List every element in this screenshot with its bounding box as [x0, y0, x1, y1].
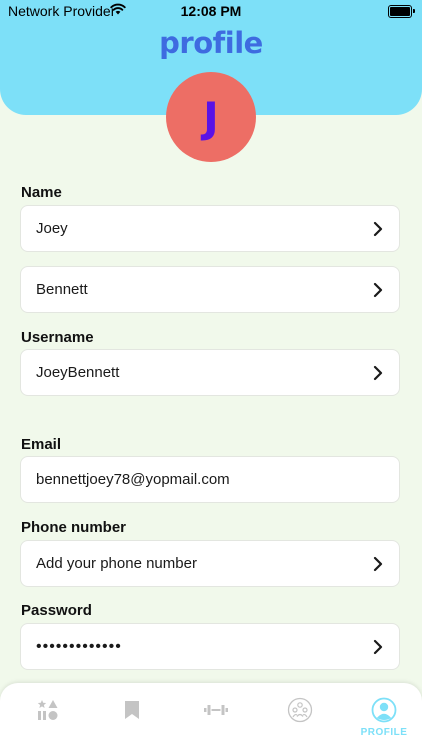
chevron-right-icon — [373, 639, 383, 655]
last-name-field[interactable]: Bennett — [20, 266, 400, 313]
password-label: Password — [21, 602, 92, 619]
battery-icon — [388, 5, 415, 18]
chevron-right-icon — [373, 221, 383, 237]
tab-profile[interactable]: PROFILE — [342, 683, 422, 743]
phone-field[interactable]: Add your phone number — [20, 540, 400, 587]
email-label: Email — [21, 436, 62, 453]
username-value: JoeyBennett — [36, 364, 120, 381]
password-field[interactable]: ••••••••••••• — [20, 623, 400, 670]
first-name-field[interactable]: Joey — [20, 205, 400, 252]
email-value: bennettjoey78@yopmail.com — [36, 471, 230, 488]
tab-bar: PROFILE — [0, 683, 422, 750]
first-name-value: Joey — [36, 220, 68, 237]
chevron-right-icon — [373, 365, 383, 381]
phone-label: Phone number — [21, 519, 127, 536]
tab-label-profile: PROFILE — [360, 727, 408, 738]
avatar[interactable]: J — [166, 72, 256, 162]
chevron-right-icon — [373, 556, 383, 572]
name-label: Name — [21, 184, 62, 201]
app-logo: profile — [159, 26, 263, 60]
password-value: ••••••••••••• — [36, 638, 122, 655]
bookmark-icon — [125, 701, 139, 719]
community-icon — [287, 697, 313, 723]
tab-community[interactable] — [258, 683, 342, 743]
email-field: bennettjoey78@yopmail.com — [20, 456, 400, 503]
profile-icon — [371, 697, 397, 723]
username-label: Username — [21, 329, 94, 346]
status-bar: Network Provider 12:08 PM — [0, 0, 422, 22]
tab-workouts[interactable] — [174, 683, 258, 743]
status-time: 12:08 PM — [180, 3, 242, 19]
tab-home[interactable] — [6, 683, 90, 743]
last-name-value: Bennett — [36, 281, 88, 298]
shapes-icon — [37, 700, 58, 720]
phone-placeholder: Add your phone number — [36, 555, 197, 572]
tab-saved[interactable] — [90, 683, 174, 743]
username-field[interactable]: JoeyBennett — [20, 349, 400, 396]
dumbbell-icon — [204, 705, 228, 715]
chevron-right-icon — [373, 282, 383, 298]
